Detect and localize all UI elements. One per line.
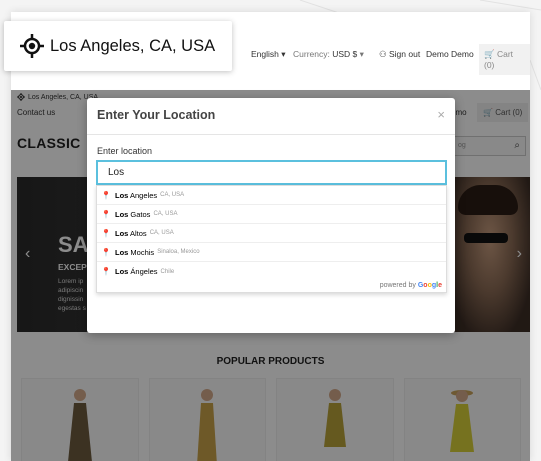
modal-title: Enter Your Location [97,108,216,122]
autocomplete-dropdown: 📍 Los Angeles CA, USA 📍 Los Gatos CA, US… [96,185,447,293]
map-pin-icon: 📍 [101,209,111,219]
location-modal: Enter Your Location × Enter location 📍 L… [87,98,455,333]
crosshair-location-icon [20,34,44,58]
location-field-label: Enter location [97,146,153,156]
cart-icon: 🛒 [484,49,495,59]
powered-by-google: powered by Google [379,282,442,289]
suggestion-item[interactable]: 📍 Los Mochis Sinaloa, Mexico [97,243,446,262]
suggestion-item[interactable]: 📍 Los Altos CA, USA [97,224,446,243]
suggestion-item[interactable]: 📍 Los Angeles CA, USA [97,186,446,205]
map-pin-icon: 📍 [101,267,111,276]
callout-location-text: Los Angeles, CA, USA [50,36,216,55]
suggestion-item[interactable]: 📍 Los Ángeles Chile [97,262,446,281]
suggestion-item[interactable]: 📍 Los Gatos CA, USA [97,205,446,224]
language-selector[interactable]: English ▾ [251,49,286,60]
location-callout: Los Angeles, CA, USA [4,21,232,71]
map-pin-icon: 📍 [101,247,111,257]
location-input[interactable] [96,160,447,185]
account-link[interactable]: Demo Demo [426,49,474,59]
cart-button[interactable]: 🛒 Cart (0) [479,44,530,75]
map-pin-icon: 📍 [101,228,111,238]
user-icon: ⚇ [379,49,387,59]
currency-selector[interactable]: Currency: USD $ ▾ [293,49,364,60]
modal-divider [87,134,455,135]
map-pin-icon: 📍 [101,190,111,200]
signout-link[interactable]: ⚇ Sign out [379,49,420,60]
close-icon[interactable]: × [437,107,445,122]
